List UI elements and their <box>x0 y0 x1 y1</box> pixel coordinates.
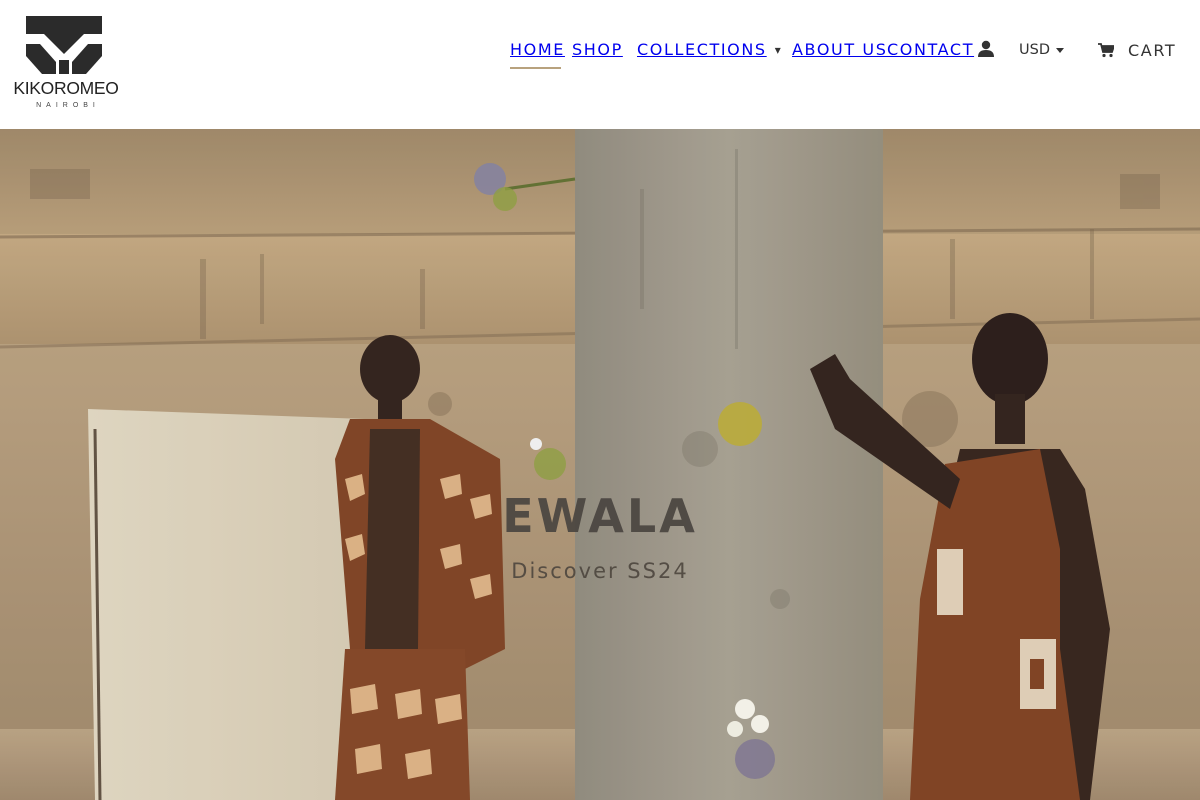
nav-contact[interactable]: CONTACT <box>887 36 974 64</box>
nav-collections[interactable]: COLLECTIONS ▾ <box>637 36 782 64</box>
user-icon[interactable] <box>977 40 995 58</box>
brand-logo[interactable]: KIKOROMEO NAIROBI <box>8 16 124 114</box>
hero-banner: EWALA Discover SS24 <box>0 129 1200 800</box>
nav-home[interactable]: HOME <box>510 36 565 64</box>
site-header: KIKOROMEO NAIROBI HOME SHOP COLLECTIONS ▾… <box>0 0 1200 129</box>
hero-title: EWALA <box>502 489 698 543</box>
brand-name: KIKOROMEO <box>13 78 119 98</box>
chevron-down-icon: ▾ <box>774 43 783 57</box>
nav-collections-label: COLLECTIONS <box>637 40 767 59</box>
currency-selector[interactable]: USD <box>1019 38 1064 62</box>
nav-home-active-underline <box>510 67 561 69</box>
cart-link[interactable]: CART <box>1098 36 1176 64</box>
cart-icon <box>1098 42 1114 57</box>
logo-mark-icon <box>26 16 102 74</box>
nav-about-us[interactable]: ABOUT US <box>792 36 887 64</box>
hero-link[interactable] <box>0 129 1200 800</box>
currency-selected: USD <box>1019 42 1050 58</box>
brand-city: NAIROBI <box>36 102 100 109</box>
cart-label: CART <box>1128 40 1177 60</box>
caret-down-icon <box>1055 47 1064 53</box>
nav-shop[interactable]: SHOP <box>572 36 623 64</box>
hero-subtitle[interactable]: Discover SS24 <box>400 559 800 583</box>
